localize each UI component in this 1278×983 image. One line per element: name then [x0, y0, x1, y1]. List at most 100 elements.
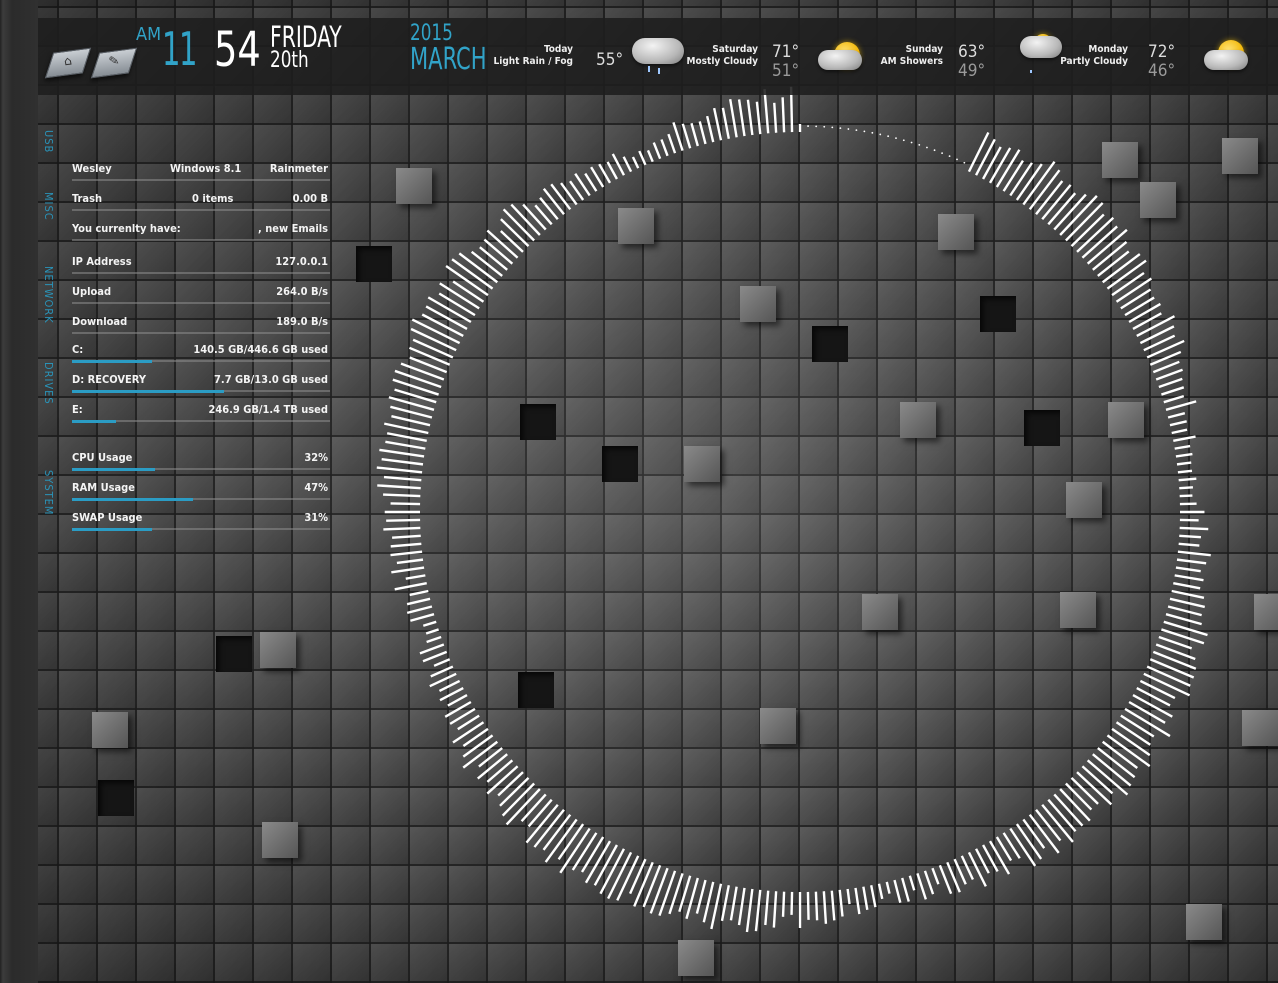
weather-condition: AM Showers — [880, 56, 943, 67]
clock-hour: 11 — [162, 22, 197, 76]
visualizer-bar — [1167, 412, 1186, 419]
visualizer-bar — [772, 891, 778, 928]
weather-day: Sunday — [905, 44, 943, 55]
visualizer-bar — [862, 886, 869, 911]
visualizer-dot — [926, 146, 928, 149]
visualizer-bar — [522, 203, 547, 231]
user-info-row: Wesley Windows 8.1 Rainmeter — [72, 162, 330, 184]
visualizer-bar — [571, 832, 598, 871]
visualizer-bar — [622, 156, 633, 173]
swap-usage-bar — [72, 528, 152, 531]
visualizer-bar — [430, 665, 454, 678]
visualizer-bar — [421, 313, 464, 338]
visualizer-bar — [638, 150, 647, 166]
visualizer-bar — [830, 890, 836, 921]
visualizer-bar — [1149, 658, 1195, 679]
visualizer-bar — [1165, 400, 1197, 411]
rain-drop — [658, 68, 660, 74]
trash-row[interactable]: Trash 0 items 0.00 B — [72, 192, 330, 214]
visualizer-bar — [462, 734, 494, 758]
visualizer-bar — [550, 183, 572, 211]
visualizer-dot — [839, 127, 842, 130]
visualizer-bar — [580, 836, 605, 873]
visualizer-bar — [1115, 721, 1151, 746]
visualizer-bar — [386, 432, 427, 442]
swap-label: SWAP Usage — [72, 511, 143, 524]
visualizer-bar — [390, 550, 423, 557]
visualizer-bar — [1065, 782, 1093, 811]
visualizer-bar — [1002, 160, 1024, 192]
visualizer-bar — [542, 188, 565, 215]
visualizer-bar — [1178, 542, 1200, 547]
email-count: , new Emails — [258, 222, 328, 235]
cpu-usage-bar — [72, 468, 155, 471]
visualizer-bar — [893, 879, 902, 904]
visualizer-bar — [1152, 360, 1180, 374]
partly-cloudy-icon — [1204, 50, 1248, 70]
visualizer-bar — [391, 566, 425, 574]
visualizer-bar — [901, 877, 910, 902]
visualizer-dot — [956, 158, 958, 161]
visualizer-bar — [396, 558, 424, 565]
visualizer-bar — [527, 798, 553, 828]
visualizer-bar — [400, 362, 445, 381]
visualizer-bar — [712, 107, 723, 141]
visualizer-bar — [995, 149, 1021, 188]
visualizer-bar — [476, 753, 508, 780]
visualizer-bar — [1174, 574, 1204, 582]
visualizer-bar — [705, 115, 715, 143]
app-name[interactable]: Rainmeter — [270, 162, 328, 175]
visualizer-dot — [831, 126, 834, 129]
visualizer-bar — [764, 890, 770, 926]
row-divider — [72, 272, 330, 274]
visualizer-bar — [974, 138, 996, 176]
visualizer-bar — [452, 721, 485, 744]
visualizer-bar — [584, 172, 598, 192]
email-row[interactable]: You currenlty have: , new Emails — [72, 222, 330, 244]
visualizer-dot — [902, 139, 905, 142]
visualizer-bar — [1165, 613, 1202, 626]
weather-day: Saturday — [712, 44, 758, 55]
drive-row-e[interactable]: E: 246.9 GB/1.4 TB used — [72, 403, 330, 425]
visualizer-bar — [1178, 477, 1197, 482]
email-label: You currenlty have: — [72, 222, 181, 235]
visualizer-bar — [379, 448, 425, 458]
visualizer-bar — [425, 628, 439, 635]
visualizer-bar — [500, 218, 530, 247]
visualizer-bar — [1139, 325, 1175, 345]
upload-label: Upload — [72, 285, 112, 298]
visualizer-bar — [781, 97, 786, 133]
visualizer-bar — [376, 466, 423, 474]
visualizer-dot — [815, 125, 818, 128]
visualizer-bar — [1128, 302, 1162, 324]
user-name: Wesley — [72, 162, 112, 175]
visualizer-bar — [1161, 386, 1185, 396]
visualizer-bar — [1115, 277, 1153, 303]
drive-row-c[interactable]: C: 140.5 GB/446.6 GB used — [72, 343, 330, 365]
download-value: 189.0 B/s — [276, 315, 328, 328]
row-divider — [72, 209, 330, 211]
visualizer-dot — [863, 130, 866, 133]
weather-day: Monday — [1088, 44, 1128, 55]
visualizer-bar — [633, 861, 654, 907]
visualizer-bar — [1174, 444, 1191, 450]
visualizer-bar — [628, 858, 647, 895]
cpu-row: CPU Usage 32% — [72, 451, 330, 473]
visualizer-bar — [1136, 686, 1171, 707]
visualizer-bar — [425, 305, 468, 330]
visualizer-bar — [438, 292, 476, 317]
drive-usage-bar — [72, 360, 152, 363]
visualizer-bar — [386, 518, 421, 522]
visualizer-dot — [918, 143, 921, 146]
clock-day: 20th — [270, 48, 309, 73]
drive-row-d[interactable]: D: RECOVERY 7.7 GB/13.0 GB used — [72, 373, 330, 395]
visualizer-bar — [854, 887, 861, 915]
visualizer-bar — [390, 502, 421, 506]
download-row: Download 189.0 B/s — [72, 315, 330, 337]
ram-label: RAM Usage — [72, 481, 135, 494]
visualizer-bar — [967, 131, 990, 173]
drive-usage-bar — [72, 390, 225, 393]
visualizer-bar — [631, 156, 640, 169]
visualizer-bar — [426, 635, 442, 644]
drive-label: E: — [72, 403, 83, 416]
